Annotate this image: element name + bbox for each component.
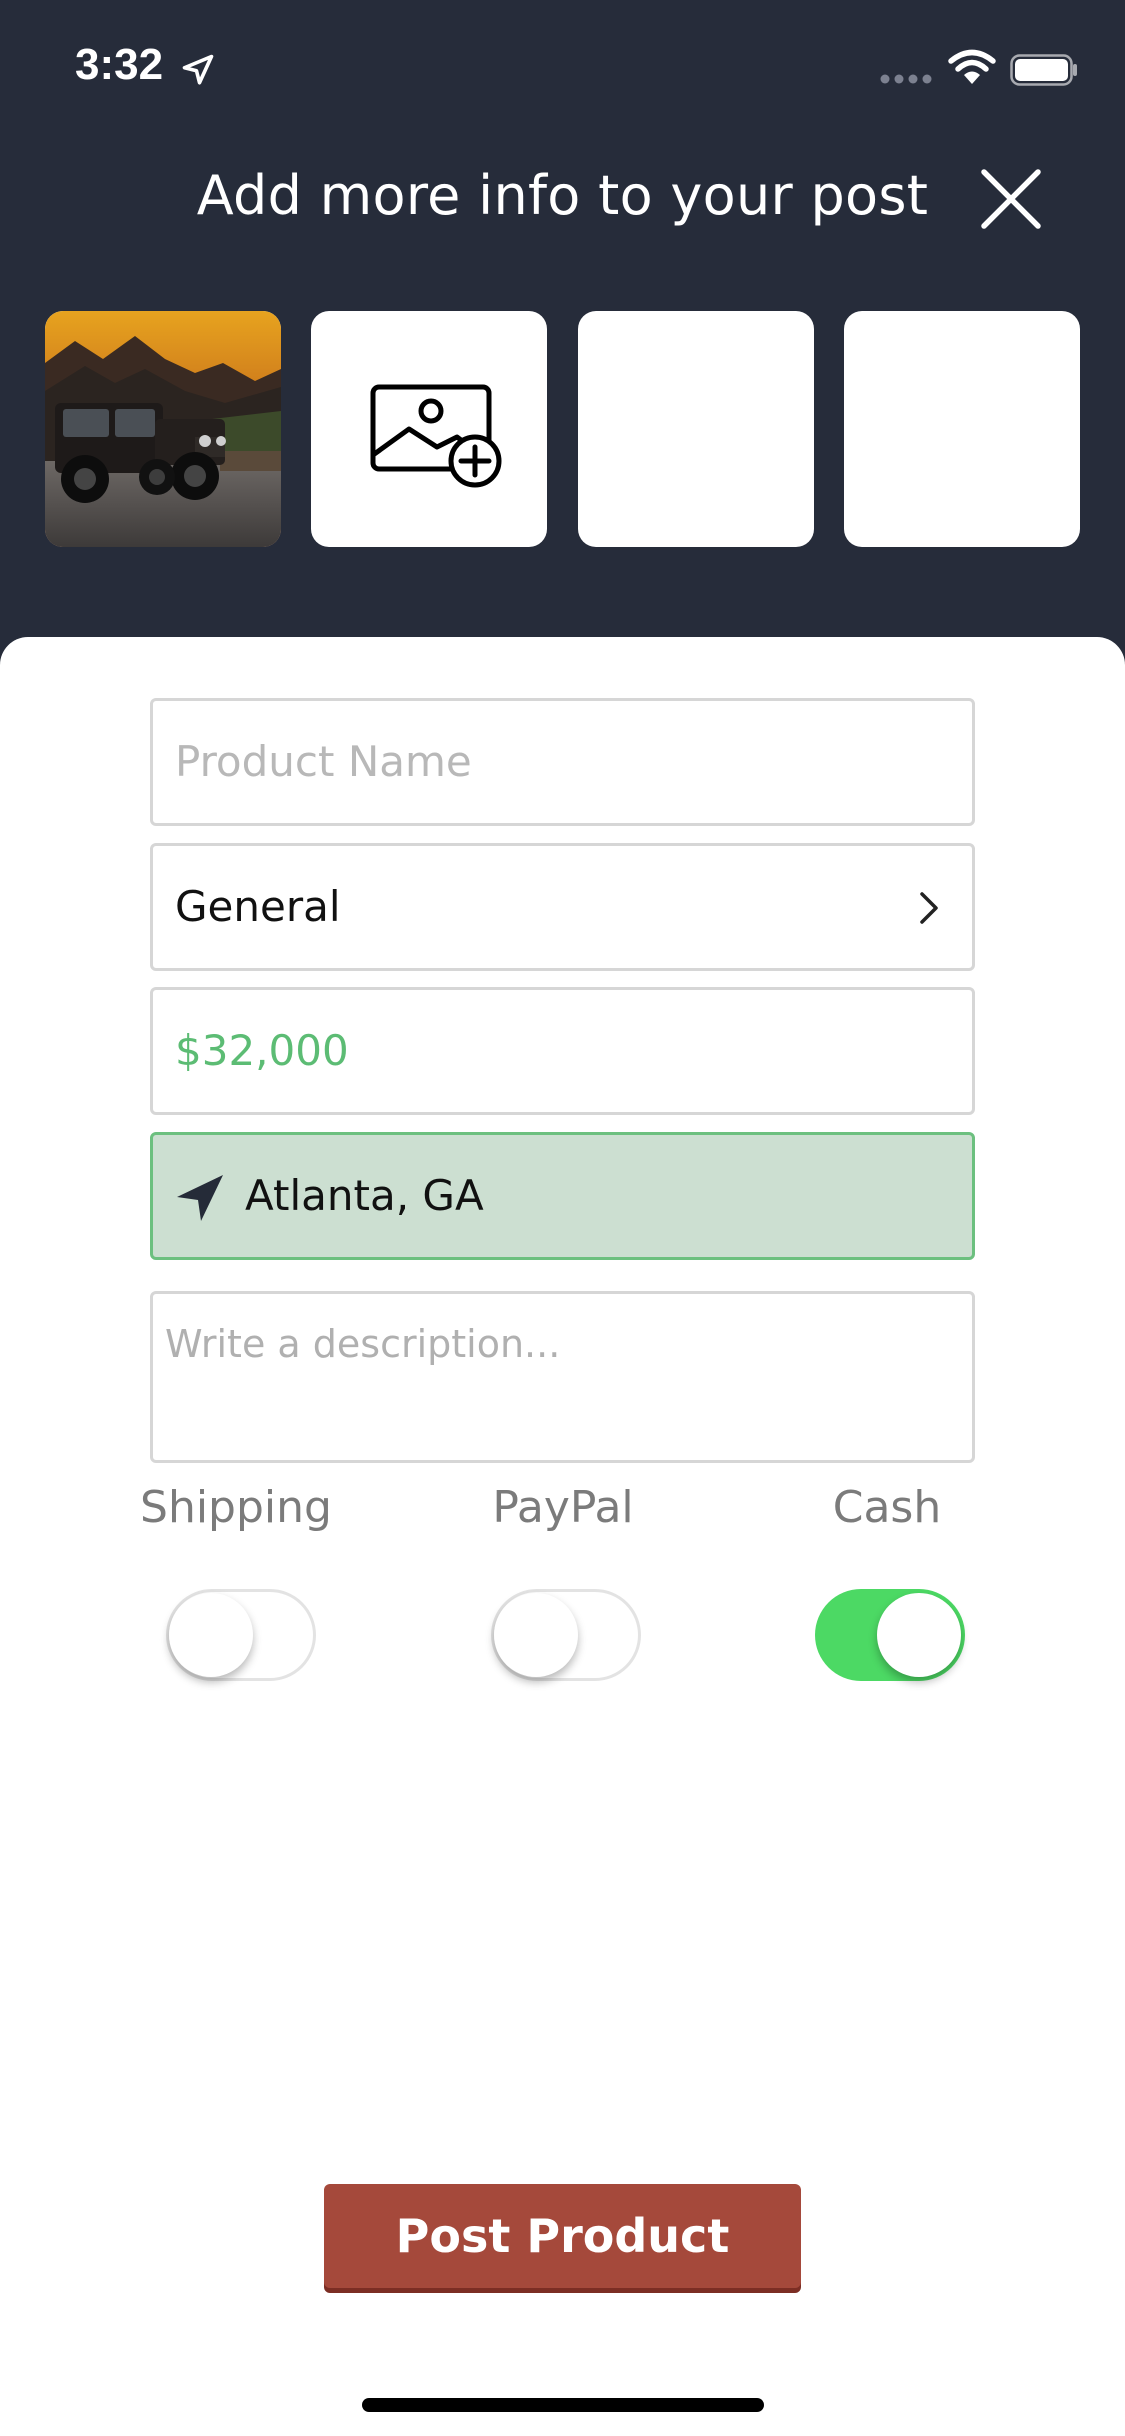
close-icon[interactable] <box>978 166 1044 232</box>
price-input[interactable]: $32,000 <box>150 987 975 1115</box>
product-name-placeholder: Product Name <box>175 737 472 786</box>
location-field[interactable]: Atlanta, GA <box>150 1132 975 1260</box>
add-photo-button[interactable] <box>311 311 547 547</box>
product-photo[interactable] <box>45 311 281 547</box>
price-value: $32,000 <box>175 1026 349 1075</box>
status-bar: 3:32 <box>0 0 1125 140</box>
toggle-knob <box>169 1593 253 1677</box>
home-indicator[interactable] <box>362 2398 764 2412</box>
product-name-input[interactable]: Product Name <box>150 698 975 826</box>
paypal-toggle[interactable] <box>491 1589 641 1681</box>
toggle-knob <box>877 1593 961 1677</box>
location-arrow-icon <box>182 54 214 85</box>
cash-label: Cash <box>832 1482 942 1533</box>
page-title: Add more info to your post <box>196 164 929 227</box>
toggle-knob <box>494 1593 578 1677</box>
wifi-icon <box>948 49 996 84</box>
category-value: General <box>175 882 341 931</box>
paypal-label: PayPal <box>492 1482 634 1533</box>
cellular-signal-icon <box>880 74 932 84</box>
add-photo-icon <box>370 384 502 488</box>
battery-icon <box>1010 54 1077 86</box>
description-textarea[interactable]: Write a description... <box>150 1291 975 1463</box>
description-placeholder: Write a description... <box>165 1322 561 1366</box>
chevron-right-icon <box>920 892 938 924</box>
empty-photo-slot[interactable] <box>578 311 814 547</box>
shipping-label: Shipping <box>140 1482 332 1533</box>
location-value: Atlanta, GA <box>245 1171 484 1220</box>
shipping-toggle[interactable] <box>166 1589 316 1681</box>
cash-toggle[interactable] <box>815 1589 965 1681</box>
status-time: 3:32 <box>75 40 164 89</box>
navigation-arrow-icon <box>177 1175 223 1221</box>
empty-photo-slot[interactable] <box>844 311 1080 547</box>
category-selector[interactable]: General <box>150 843 975 971</box>
jeep-photo-image <box>45 311 281 547</box>
post-product-button[interactable]: Post Product <box>324 2184 801 2288</box>
